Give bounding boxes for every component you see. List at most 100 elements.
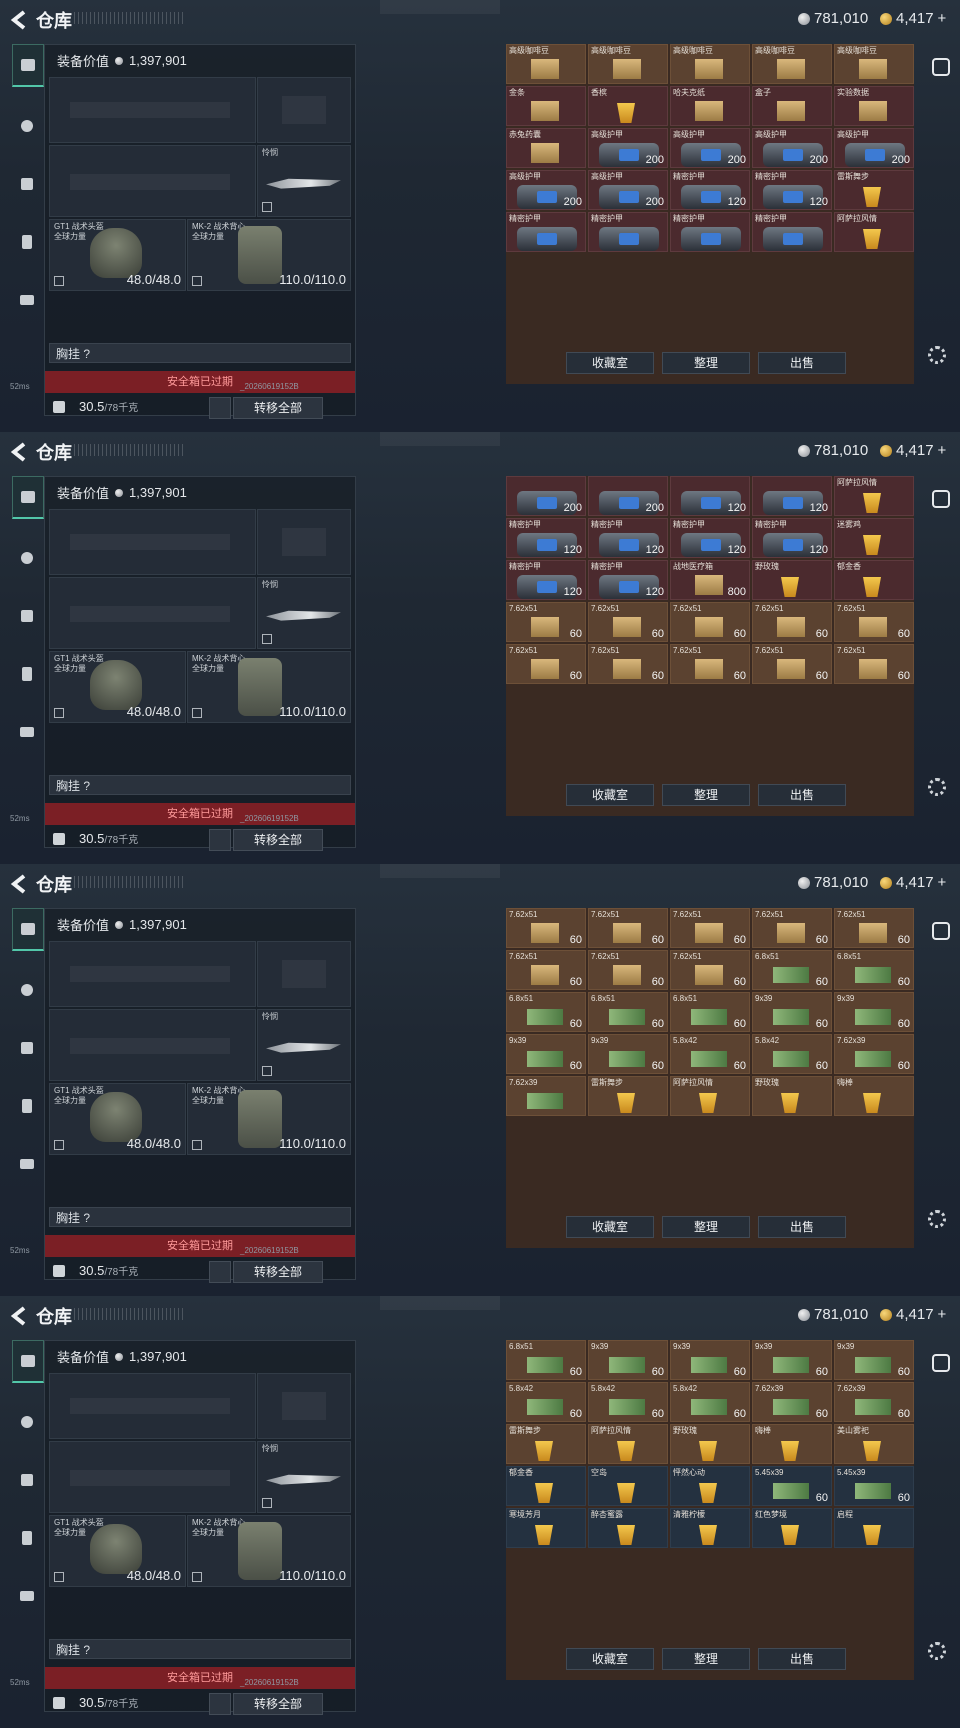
- nav-bag[interactable]: [12, 1028, 42, 1068]
- stash-item[interactable]: 精密护甲 120: [670, 518, 750, 558]
- nav-case[interactable]: [12, 1144, 42, 1184]
- secondary-weapon-slot[interactable]: [49, 1009, 256, 1081]
- stash-item[interactable]: 7.62x51 60: [670, 950, 750, 990]
- stash-item[interactable]: 高级护甲 200: [834, 128, 914, 168]
- stash-item[interactable]: 实验数据: [834, 86, 914, 126]
- gear-icon[interactable]: [928, 1642, 946, 1660]
- stash-item[interactable]: 7.62x39 60: [834, 1382, 914, 1422]
- sell-button[interactable]: 出售: [758, 784, 846, 806]
- primary-weapon-slot[interactable]: [49, 1373, 256, 1439]
- nav-case[interactable]: [12, 280, 42, 320]
- secondary-weapon-slot[interactable]: [49, 577, 256, 649]
- chest-rig-slot[interactable]: 胸挂 ?: [49, 343, 351, 363]
- stash-item[interactable]: 9x39 60: [834, 992, 914, 1032]
- stash-item[interactable]: 7.62x51 60: [752, 908, 832, 948]
- stash-item[interactable]: 6.8x51 60: [670, 992, 750, 1032]
- melee-slot[interactable]: 怜悯: [257, 577, 351, 649]
- stash-grid[interactable]: 6.8x51 60 9x39 60 9x39 60 9x39 60 9x39 6…: [506, 1340, 914, 1680]
- helmet-slot[interactable]: GT1 战术头盔 全球力量 48.0/48.0: [49, 219, 186, 291]
- stash-item[interactable]: 精密护甲: [752, 212, 832, 252]
- nav-weapons[interactable]: [12, 44, 44, 87]
- gear-icon[interactable]: [928, 1210, 946, 1228]
- stash-item[interactable]: 野玫瑰: [670, 1424, 750, 1464]
- stash-item[interactable]: 7.62x51 60: [588, 644, 668, 684]
- pistol-slot[interactable]: [257, 77, 351, 143]
- stash-item[interactable]: 哈夫克纸: [670, 86, 750, 126]
- sort-button[interactable]: 整理: [662, 1216, 750, 1238]
- collection-button[interactable]: 收藏室: [566, 352, 654, 374]
- stash-tab-icon[interactable]: [932, 922, 950, 940]
- stash-item[interactable]: 5.8x42 60: [670, 1382, 750, 1422]
- stash-item[interactable]: 7.62x51 60: [506, 908, 586, 948]
- nav-helmet[interactable]: [12, 538, 42, 578]
- stash-item[interactable]: 9x39 60: [834, 1340, 914, 1380]
- stash-item[interactable]: 9x39 60: [506, 1034, 586, 1074]
- stash-item[interactable]: 7.62x51 60: [670, 644, 750, 684]
- gold-currency[interactable]: 4,417 +: [880, 874, 946, 891]
- stash-item[interactable]: 怦然心动: [670, 1466, 750, 1506]
- stash-item[interactable]: 7.62x51 60: [588, 908, 668, 948]
- sell-button[interactable]: 出售: [758, 1648, 846, 1670]
- stash-item[interactable]: 精密护甲 120: [752, 170, 832, 210]
- nav-vest[interactable]: [12, 1086, 42, 1126]
- stash-item[interactable]: 迷雾鸡: [834, 518, 914, 558]
- stash-item[interactable]: 郁金香: [506, 1466, 586, 1506]
- stash-item[interactable]: 野玫瑰: [752, 1076, 832, 1116]
- collection-button[interactable]: 收藏室: [566, 784, 654, 806]
- stash-item[interactable]: 9x39 60: [588, 1340, 668, 1380]
- list-icon[interactable]: [209, 397, 231, 419]
- stash-item[interactable]: 清雅柠檬: [670, 1508, 750, 1548]
- stash-item[interactable]: 高级护甲 200: [752, 128, 832, 168]
- chest-rig-slot[interactable]: 胸挂 ?: [49, 775, 351, 795]
- stash-item[interactable]: 高级护甲 200: [588, 170, 668, 210]
- stash-item[interactable]: 启程: [834, 1508, 914, 1548]
- list-icon[interactable]: [209, 1261, 231, 1283]
- melee-slot[interactable]: 怜悯: [257, 1009, 351, 1081]
- stash-item[interactable]: 金条: [506, 86, 586, 126]
- stash-item[interactable]: 阿萨拉风情: [834, 476, 914, 516]
- gold-plus[interactable]: +: [938, 1306, 947, 1323]
- sort-button[interactable]: 整理: [662, 1648, 750, 1670]
- gold-plus[interactable]: +: [938, 10, 947, 27]
- nav-helmet[interactable]: [12, 106, 42, 146]
- list-icon[interactable]: [209, 829, 231, 851]
- gold-plus[interactable]: +: [938, 442, 947, 459]
- stash-item[interactable]: 赤兔药囊: [506, 128, 586, 168]
- pistol-slot[interactable]: [257, 941, 351, 1007]
- stash-item[interactable]: 高级护甲 200: [506, 170, 586, 210]
- sort-button[interactable]: 整理: [662, 352, 750, 374]
- back-arrow-icon[interactable]: [10, 442, 28, 462]
- melee-slot[interactable]: 怜悯: [257, 1441, 351, 1513]
- stash-item[interactable]: 阿萨拉风情: [588, 1424, 668, 1464]
- stash-item[interactable]: 高级护甲 200: [588, 128, 668, 168]
- stash-item[interactable]: 6.8x51 60: [506, 992, 586, 1032]
- stash-item[interactable]: 精密护甲 120: [588, 518, 668, 558]
- stash-item[interactable]: 高级咖啡豆: [834, 44, 914, 84]
- stash-item[interactable]: 精密护甲 120: [670, 170, 750, 210]
- stash-tab-icon[interactable]: [932, 1354, 950, 1372]
- nav-case[interactable]: [12, 1576, 42, 1616]
- stash-item[interactable]: 精密护甲 120: [752, 518, 832, 558]
- nav-vest[interactable]: [12, 654, 42, 694]
- stash-item[interactable]: 高级咖啡豆: [588, 44, 668, 84]
- stash-item[interactable]: 7.62x51 60: [588, 950, 668, 990]
- nav-weapons[interactable]: [12, 1340, 44, 1383]
- stash-item[interactable]: 120: [752, 476, 832, 516]
- stash-item[interactable]: 高级护甲 200: [670, 128, 750, 168]
- stash-item[interactable]: 5.45x39 60: [752, 1466, 832, 1506]
- stash-grid[interactable]: 高级咖啡豆 高级咖啡豆 高级咖啡豆 高级咖啡豆 高级咖啡豆 金条 香槟 哈夫克纸…: [506, 44, 914, 384]
- chest-rig-slot[interactable]: 胸挂 ?: [49, 1207, 351, 1227]
- secondary-weapon-slot[interactable]: [49, 145, 256, 217]
- nav-helmet[interactable]: [12, 970, 42, 1010]
- stash-item[interactable]: 空岛: [588, 1466, 668, 1506]
- stash-item[interactable]: 7.62x51 60: [752, 644, 832, 684]
- secondary-weapon-slot[interactable]: [49, 1441, 256, 1513]
- stash-item[interactable]: 7.62x51 60: [506, 950, 586, 990]
- helmet-slot[interactable]: GT1 战术头盔 全球力量 48.0/48.0: [49, 651, 186, 723]
- stash-item[interactable]: 醉杏蜜露: [588, 1508, 668, 1548]
- stash-item[interactable]: 7.62x51 60: [506, 644, 586, 684]
- nav-bag[interactable]: [12, 1460, 42, 1500]
- stash-item[interactable]: 9x39 60: [752, 1340, 832, 1380]
- primary-weapon-slot[interactable]: [49, 77, 256, 143]
- stash-item[interactable]: 精密护甲: [670, 212, 750, 252]
